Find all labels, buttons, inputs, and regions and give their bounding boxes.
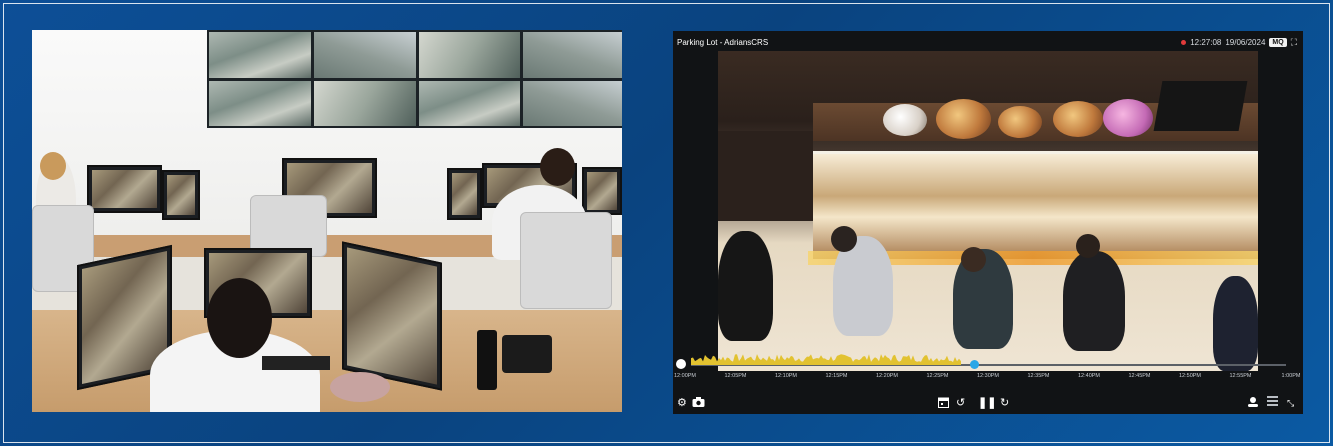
site-name: AdriansCRS [724,37,769,47]
timeline-tick-label: 12:50PM [1178,373,1202,379]
current-date: 19/06/2024 [1225,37,1266,47]
user-icon[interactable] [1247,396,1259,412]
monitor [582,167,622,215]
playhead-handle[interactable] [969,360,979,369]
pastry-plate [998,106,1042,138]
camera-title: Parking Lot - AdriansCRS [673,38,768,47]
quality-button[interactable]: MQ [1269,37,1287,47]
title-separator: - [719,37,723,47]
rewind-icon[interactable]: ↺ [956,396,965,410]
monitor [87,165,162,213]
playback-controls: ⚙ ↺ ❚❚ ↻ ⤡ [673,393,1303,414]
recording-indicator [1181,39,1187,45]
monitor [162,170,200,220]
fullscreen-icon[interactable]: ⛶ [1291,37,1297,48]
motion-activity-graph [691,354,961,365]
register-area [718,131,813,221]
player-header: Parking Lot - AdriansCRS 12:27:08 19/06/… [673,31,1303,53]
timeline-tick-label: 12:15PM [825,373,848,379]
customer-head [831,226,857,252]
timeline-tick-label: 12:20PM [875,373,899,379]
calendar-icon[interactable] [938,396,949,412]
timeline-tick-label: 12:05PM [724,373,747,379]
monitor [447,168,482,220]
camera-feed[interactable] [718,51,1258,371]
customer [718,231,773,341]
menu-screen [1153,81,1248,131]
forward-icon[interactable]: ↻ [1000,396,1009,410]
timeline-tick-label: 12:55PM [1229,373,1252,379]
operator-head [540,148,575,186]
current-time: 12:27:08 [1190,37,1222,47]
pastry-plate [936,99,991,139]
chair [520,212,612,309]
monitor [342,241,442,391]
timeline-tick-label: 12:40PM [1077,373,1101,379]
pastry-plate [1103,99,1153,137]
gear-icon[interactable]: ⚙ [677,396,687,410]
timeline-tick-label: 1:00PM [1281,373,1301,379]
keyboard [262,356,330,370]
pastry-plate [883,104,927,136]
camera-icon[interactable] [692,396,705,412]
timeline-tick-label: 12:35PM [1027,373,1050,379]
timeline-tick-label: 12:25PM [926,373,949,379]
timeline-tick-label: 12:00PM [673,373,697,379]
fullscreen-icon[interactable]: ⤡ [1287,396,1294,410]
pastry-plate [1053,101,1103,137]
customer [1063,251,1125,351]
timeline-tick-label: 12:30PM [976,373,1000,379]
radio [477,330,497,390]
timeline-tick-label: 12:10PM [774,373,798,379]
customer-head [1076,234,1100,258]
desk-phone [502,335,552,373]
play-circle-icon[interactable] [676,359,686,369]
pause-icon[interactable]: ❚❚ [978,396,996,410]
playback-timeline[interactable]: 12:00PM 12:05PM 12:10PM 12:15PM 12:20PM 12:25… [673,353,1303,395]
control-room-photo [32,30,622,412]
video-player: Parking Lot - AdriansCRS 12:27:08 19/06/… [673,31,1303,414]
operator-head [207,278,272,358]
mouse-pad [330,372,390,402]
video-wall [207,30,622,128]
timeline-tick-label: 12:45PM [1128,373,1151,379]
camera-name: Parking Lot [677,37,718,47]
operator-head [40,152,66,180]
layout-icon[interactable] [1267,396,1278,410]
timeline-ticks: 12:00PM 12:05PM 12:10PM 12:15PM 12:20PM 12:25… [673,373,1303,383]
customer-head [961,247,986,272]
